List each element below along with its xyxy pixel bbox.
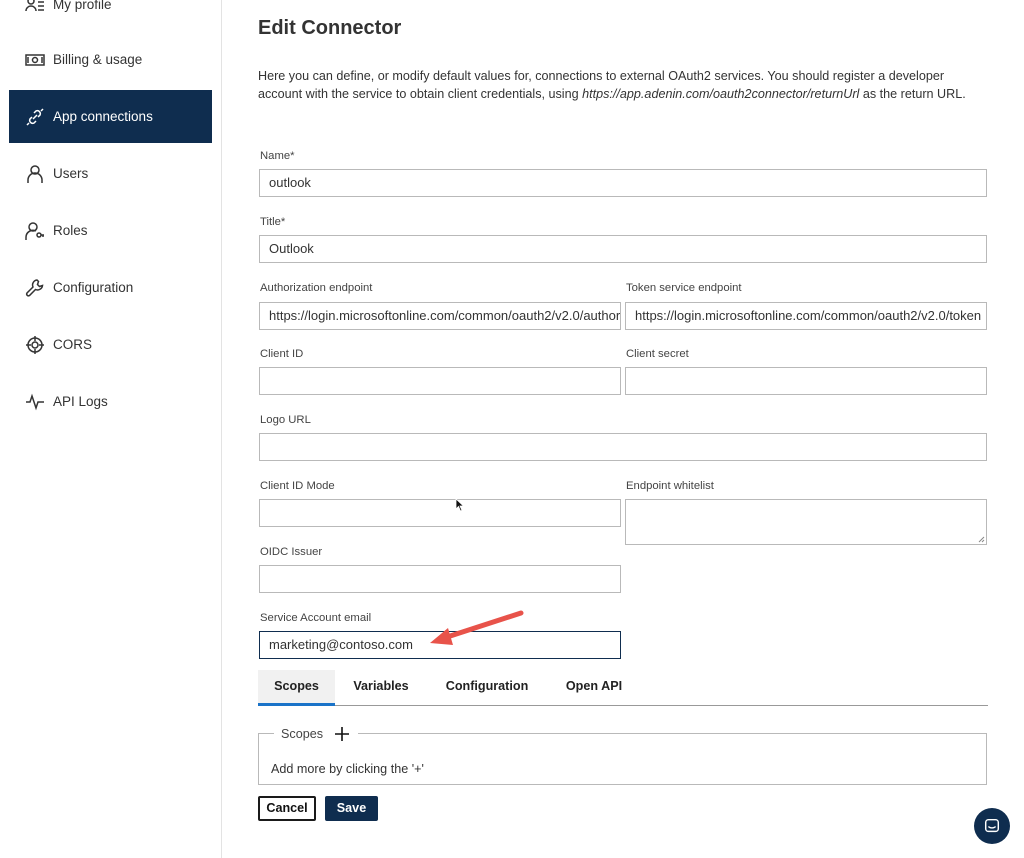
title-label: Title* [260,216,286,228]
tab-configuration[interactable]: Configuration [434,670,540,706]
sidebar-item-label: My profile [53,0,112,12]
sidebar-item-label: CORS [53,337,93,352]
save-button[interactable]: Save [325,796,378,821]
sidebar-item-billing[interactable]: Billing & usage [9,33,212,86]
mouse-cursor-icon [455,498,465,512]
wrench-icon [25,278,45,298]
sidebar-item-my-profile[interactable]: My profile [9,0,212,31]
scopes-fieldset: Scopes Add more by clicking the '+' [258,725,987,785]
token-service-endpoint-label: Token service endpoint [626,282,742,294]
user-icon [25,164,45,184]
name-input[interactable]: outlook [259,169,987,197]
description-text-end: as the return URL. [859,86,966,101]
scopes-hint: Add more by clicking the '+' [271,762,424,776]
oidc-issuer-label: OIDC Issuer [260,546,323,558]
client-secret-label: Client secret [626,348,689,360]
sidebar-item-label: App connections [53,109,153,124]
user-key-icon [25,221,45,241]
sidebar-item-label: Billing & usage [53,52,143,67]
add-scope-button[interactable] [333,725,351,743]
tab-scopes[interactable]: Scopes [258,670,335,706]
plus-icon [335,727,350,741]
sidebar: My profile Billing & usage App connectio… [0,0,222,858]
client-id-input[interactable] [259,367,621,395]
name-label: Name* [260,150,295,162]
sidebar-item-users[interactable]: Users [9,147,212,200]
sidebar-item-label: Configuration [53,280,134,295]
endpoint-whitelist-textarea[interactable] [625,499,987,545]
sidebar-item-label: Users [53,166,89,181]
chat-support-button[interactable] [974,808,1010,844]
scopes-legend-label: Scopes [281,727,324,741]
tab-bar: Scopes Variables Configuration Open API [258,670,988,706]
token-service-endpoint-input[interactable]: https://login.microsoftonline.com/common… [625,302,987,330]
title-input[interactable]: Outlook [259,235,987,263]
target-icon [25,335,45,355]
client-id-mode-label: Client ID Mode [260,480,335,492]
annotation-arrow-icon [430,610,524,645]
endpoint-whitelist-label: Endpoint whitelist [626,480,714,492]
tab-variables[interactable]: Variables [344,670,418,706]
link-icon [25,107,45,127]
authorization-endpoint-input[interactable]: https://login.microsoftonline.com/common… [259,302,621,330]
sidebar-item-roles[interactable]: Roles [9,204,212,257]
scopes-legend: Scopes [274,725,359,743]
client-id-label: Client ID [260,348,304,360]
sidebar-item-configuration[interactable]: Configuration [9,261,212,314]
profile-list-icon [25,0,45,15]
chat-icon [984,818,1000,833]
sidebar-item-label: API Logs [53,394,108,409]
return-url: https://app.adenin.com/oauth2connector/r… [582,86,860,101]
pulse-icon [25,392,45,412]
sidebar-item-cors[interactable]: CORS [9,318,212,371]
client-id-mode-input[interactable] [259,499,621,527]
cancel-button[interactable]: Cancel [258,796,316,821]
billing-icon [25,50,45,70]
sidebar-item-label: Roles [53,223,88,238]
page-title: Edit Connector [258,17,402,39]
logo-url-label: Logo URL [260,414,311,426]
tab-open-api[interactable]: Open API [556,670,632,706]
page-description: Here you can define, or modify default v… [258,68,978,103]
sidebar-item-app-connections[interactable]: App connections [9,90,212,143]
client-secret-input[interactable] [625,367,987,395]
authorization-endpoint-label: Authorization endpoint [260,282,373,294]
service-account-email-label: Service Account email [260,612,372,624]
sidebar-item-api-logs[interactable]: API Logs [9,375,212,428]
resize-grip-icon[interactable] [978,536,985,543]
logo-url-input[interactable] [259,433,987,461]
oidc-issuer-input[interactable] [259,565,621,593]
